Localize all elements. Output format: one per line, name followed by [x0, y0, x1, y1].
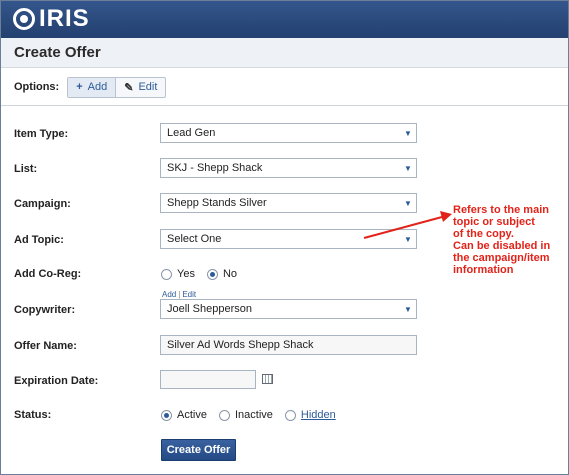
offer-name-input[interactable]: Silver Ad Words Shepp Shack	[160, 335, 417, 355]
status-hidden-link[interactable]: Hidden	[301, 409, 336, 421]
coreg-no-radio[interactable]	[206, 268, 218, 280]
annotation-arrow	[363, 211, 452, 239]
annotation-line: information	[453, 264, 514, 276]
annotation-note: Refers to the main topic or subject of t…	[453, 204, 565, 276]
calendar-icon[interactable]	[262, 374, 273, 384]
options-label: Options:	[14, 81, 60, 93]
coreg-yes-label: Yes	[177, 268, 195, 280]
status-inactive-label: Inactive	[234, 409, 273, 421]
copywriter-label: Copywriter:	[14, 304, 76, 316]
coreg-no-label: No	[222, 268, 238, 280]
section-divider	[1, 105, 568, 106]
top-header-bar: IRIS	[1, 1, 568, 38]
annotation-line: Refers to the main	[453, 204, 549, 216]
campaign-label: Campaign:	[14, 198, 71, 210]
annotation-line: the campaign/item	[453, 252, 550, 264]
chevron-down-icon[interactable]: ▼	[400, 124, 416, 142]
link-separator: |	[178, 290, 181, 299]
status-hidden-radio[interactable]	[284, 409, 296, 421]
chevron-down-icon[interactable]: ▼	[400, 300, 416, 318]
add-button-label: Add	[87, 81, 108, 93]
offer-name-label: Offer Name:	[14, 340, 77, 352]
logo-text: IRIS	[39, 5, 90, 32]
copywriter-edit-link[interactable]: Edit	[182, 290, 196, 299]
status-label: Status:	[14, 409, 52, 421]
copywriter-add-link[interactable]: Add	[162, 290, 176, 299]
edit-button[interactable]: ✎ Edit	[116, 78, 165, 97]
list-label: List:	[14, 163, 38, 175]
status-active-label: Active	[177, 409, 207, 421]
item-type-label: Item Type:	[14, 128, 69, 140]
add-coreg-radio-group: Yes No	[161, 268, 249, 280]
ad-topic-label: Ad Topic:	[14, 234, 64, 246]
expiration-date-input[interactable]	[160, 370, 256, 389]
create-offer-button[interactable]: Create Offer	[161, 439, 236, 461]
copywriter-value: Joell Shepperson	[167, 303, 253, 315]
options-button-group: + Add ✎ Edit	[67, 76, 167, 98]
add-button[interactable]: + Add	[68, 77, 117, 97]
chevron-down-icon[interactable]: ▼	[400, 159, 416, 177]
annotation-line: of the copy.	[453, 228, 514, 240]
iris-logo-icon	[13, 8, 35, 30]
status-inactive-radio[interactable]	[218, 409, 230, 421]
list-value: SKJ - Shepp Shack	[167, 162, 263, 174]
iris-logo[interactable]: IRIS	[13, 5, 90, 32]
status-active-radio[interactable]	[161, 409, 172, 421]
annotation-line: Can be disabled in	[453, 240, 551, 252]
plus-icon: +	[76, 81, 83, 93]
add-coreg-label: Add Co-Reg:	[14, 268, 82, 280]
list-select[interactable]: SKJ - Shepp Shack ▼	[160, 158, 417, 178]
copywriter-select[interactable]: Joell Shepperson ▼	[160, 299, 417, 319]
options-row: Options: + Add ✎ Edit	[14, 76, 167, 98]
item-type-select[interactable]: Lead Gen ▼	[160, 123, 417, 143]
page-title-bar: Create Offer	[1, 38, 568, 68]
copywriter-add-edit-links: Add | Edit	[162, 290, 196, 299]
status-radio-group: Active Inactive Hidden	[161, 409, 348, 421]
expiration-date-label: Expiration Date:	[14, 375, 99, 387]
coreg-yes-radio[interactable]	[161, 268, 172, 280]
pencil-icon: ✎	[124, 81, 134, 94]
item-type-value: Lead Gen	[167, 127, 216, 139]
page-title: Create Offer	[14, 44, 101, 61]
annotation-line: topic or subject	[453, 216, 535, 228]
edit-button-label: Edit	[138, 81, 158, 93]
